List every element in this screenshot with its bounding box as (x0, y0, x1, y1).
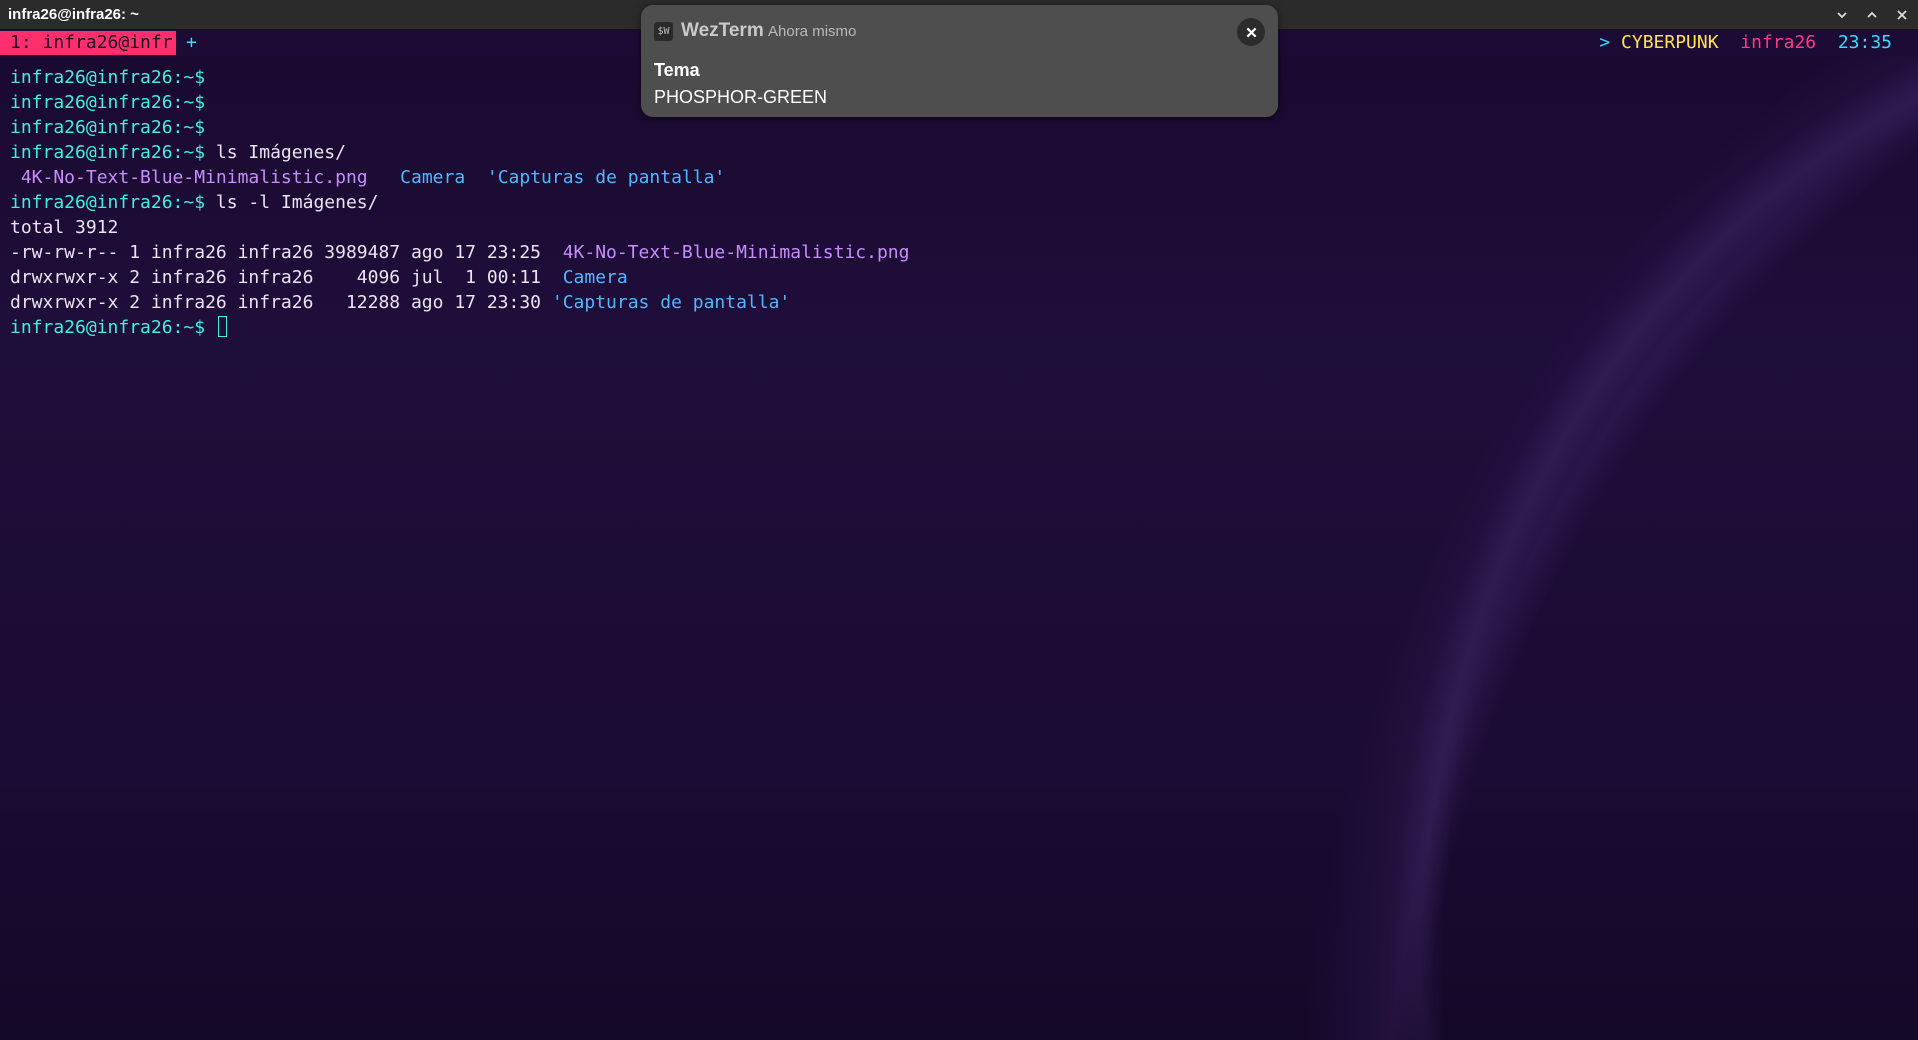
terminal-line: 4K-No-Text-Blue-Minimalistic.png Camera … (10, 165, 909, 190)
notification-popup[interactable]: $W WezTerm Ahora mismo Tema PHOSPHOR-GRE… (641, 5, 1278, 117)
terminal-line: infra26@infra26:~$ (10, 315, 909, 340)
notification-title: Tema (654, 60, 700, 80)
new-tab-button[interactable]: + (186, 30, 197, 56)
terminal-cursor (217, 316, 227, 337)
status-host: infra26 (1740, 32, 1817, 53)
notification-time: Ahora mismo (768, 23, 857, 40)
close-window-button[interactable] (1892, 5, 1912, 25)
shell-prompt: infra26@infra26:~$ (10, 92, 206, 113)
shell-prompt: infra26@infra26:~$ (10, 192, 206, 213)
chevron-up-icon (1867, 11, 1877, 18)
terminal-line: infra26@infra26:~$ ls Imágenes/ (10, 140, 909, 165)
directory-entry: 'Capturas de pantalla' (486, 167, 726, 188)
minimize-button[interactable] (1832, 5, 1852, 25)
shell-command: ls Imágenes/ (205, 142, 346, 163)
shell-prompt: infra26@infra26:~$ (10, 67, 206, 88)
shell-command: ls -l Imágenes/ (205, 192, 379, 213)
output-text: drwxrwxr-x 2 infra26 infra26 12288 ago 1… (10, 292, 552, 313)
shell-command (205, 317, 216, 338)
terminal-line: infra26@infra26:~$ (10, 115, 909, 140)
terminal-line: infra26@infra26:~$ ls -l Imágenes/ (10, 190, 909, 215)
directory-entry: 'Capturas de pantalla' (551, 292, 791, 313)
terminal-line: total 3912 (10, 215, 909, 240)
status-arrow: > (1599, 32, 1611, 53)
notification-app-name: WezTerm (681, 20, 764, 41)
status-bar-right: > CYBERPUNK infra26 23:35 (1599, 30, 1892, 56)
file-entry-image: 4K-No-Text-Blue-Minimalistic.png (562, 242, 910, 263)
shell-prompt: infra26@infra26:~$ (10, 117, 206, 138)
directory-entry: Camera (400, 167, 466, 188)
terminal-area[interactable]: infra26@infra26:~$ infra26@infra26:~$ infr… (0, 56, 1918, 1040)
shell-prompt: infra26@infra26:~$ (10, 142, 206, 163)
output-text: -rw-rw-r-- 1 infra26 infra26 3989487 ago… (10, 242, 563, 263)
chevron-down-icon (1837, 12, 1847, 19)
directory-entry: Camera (562, 267, 628, 288)
status-theme: CYBERPUNK (1621, 32, 1719, 53)
window-title: infra26@infra26: ~ (8, 6, 139, 23)
tab-active[interactable]: 1: infra26@infr (0, 31, 176, 55)
wezterm-app-icon: $W (654, 22, 673, 41)
terminal-line: -rw-rw-r-- 1 infra26 infra26 3989487 ago… (10, 240, 909, 265)
maximize-button[interactable] (1862, 5, 1882, 25)
terminal-line: drwxrwxr-x 2 infra26 infra26 4096 jul 1 … (10, 265, 909, 290)
shell-prompt: infra26@infra26:~$ (10, 317, 206, 338)
close-icon (1897, 10, 1907, 20)
close-icon (1246, 27, 1256, 37)
file-entry-image: 4K-No-Text-Blue-Minimalistic.png (10, 167, 368, 188)
notification-body: PHOSPHOR-GREEN (654, 87, 828, 107)
window-controls (1832, 0, 1912, 30)
notification-close-button[interactable] (1237, 18, 1265, 46)
terminal-line: drwxrwxr-x 2 infra26 infra26 12288 ago 1… (10, 290, 909, 315)
status-time: 23:35 (1837, 32, 1892, 53)
output-text: total 3912 (10, 217, 119, 238)
output-text: drwxrwxr-x 2 infra26 infra26 4096 jul 1 … (10, 267, 563, 288)
